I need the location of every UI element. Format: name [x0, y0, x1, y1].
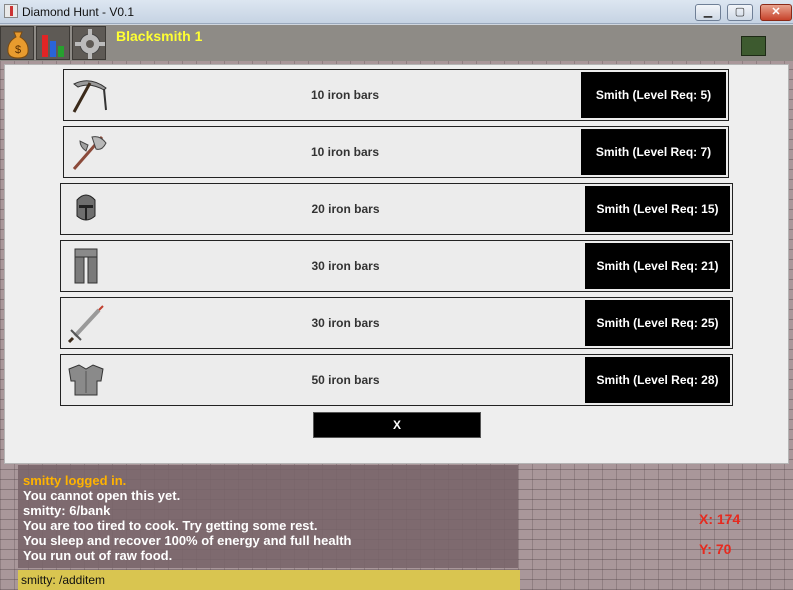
svg-text:$: $ [15, 44, 21, 56]
item-cost: 30 iron bars [311, 259, 380, 273]
smith-item-row: 10 iron bars Smith (Level Req: 7) [63, 126, 729, 178]
smith-button[interactable]: Smith (Level Req: 15) [585, 186, 730, 232]
item-cost: 50 iron bars [311, 373, 380, 387]
blacksmith-dialog: 10 iron bars Smith (Level Req: 5) 10 iro… [4, 64, 789, 464]
chat-log: smitty logged in. You cannot open this y… [18, 465, 518, 568]
item-cost: 30 iron bars [311, 316, 380, 330]
window-titlebar: Diamond Hunt - V0.1 ▁ ▢ ✕ [0, 0, 793, 24]
pickaxe-icon [68, 74, 110, 116]
money-bag-icon[interactable]: $ [0, 26, 34, 60]
chat-line: smitty: 6/bank [23, 503, 111, 518]
smith-item-row: 30 iron bars Smith (Level Req: 25) [60, 297, 733, 349]
smith-item-row: 10 iron bars Smith (Level Req: 5) [63, 69, 729, 121]
close-window-button[interactable]: ✕ [760, 4, 792, 21]
smith-button[interactable]: Smith (Level Req: 5) [581, 72, 726, 118]
smith-item-row: 50 iron bars Smith (Level Req: 28) [60, 354, 733, 406]
smith-button[interactable]: Smith (Level Req: 25) [585, 300, 730, 346]
close-dialog-button[interactable]: X [313, 412, 481, 438]
y-coordinate: Y: 70 [699, 541, 732, 557]
stats-chart-icon[interactable] [36, 26, 70, 60]
chat-line: smitty logged in. [23, 473, 127, 488]
item-cost: 10 iron bars [310, 145, 380, 159]
chat-input-text[interactable]: smitty: /additem [21, 573, 105, 587]
platelegs-icon [65, 245, 107, 287]
game-topbar: $ Blacksmith 1 [0, 25, 793, 61]
maximize-button[interactable]: ▢ [727, 4, 753, 21]
smith-button[interactable]: Smith (Level Req: 21) [585, 243, 730, 289]
chat-line: You run out of raw food. [23, 548, 173, 563]
chat-line: You sleep and recover 100% of energy and… [23, 533, 352, 548]
x-coordinate: X: 174 [699, 511, 741, 527]
smith-button[interactable]: Smith (Level Req: 28) [585, 357, 730, 403]
java-app-icon [4, 4, 18, 18]
smith-item-row: 30 iron bars Smith (Level Req: 21) [60, 240, 733, 292]
game-canvas[interactable]: $ Blacksmith 1 X: 174 Y: 70 smitty logge… [0, 25, 793, 590]
minimize-button[interactable]: ▁ [695, 4, 721, 21]
map-icon[interactable] [741, 36, 766, 56]
chat-input[interactable]: smitty: /additem [18, 570, 520, 590]
settings-gear-icon[interactable] [72, 26, 106, 60]
sword-icon [65, 302, 107, 344]
platebody-icon [65, 359, 107, 401]
axe-icon [68, 131, 110, 173]
item-cost: 10 iron bars [310, 88, 380, 102]
item-cost: 20 iron bars [311, 202, 380, 216]
chat-line: You are too tired to cook. Try getting s… [23, 518, 318, 533]
smith-item-row: 20 iron bars Smith (Level Req: 15) [60, 183, 733, 235]
window-title: Diamond Hunt - V0.1 [22, 5, 135, 19]
helmet-icon [65, 188, 107, 230]
smith-button[interactable]: Smith (Level Req: 7) [581, 129, 726, 175]
scene-title: Blacksmith 1 [116, 28, 203, 44]
chat-line: You cannot open this yet. [23, 488, 181, 503]
